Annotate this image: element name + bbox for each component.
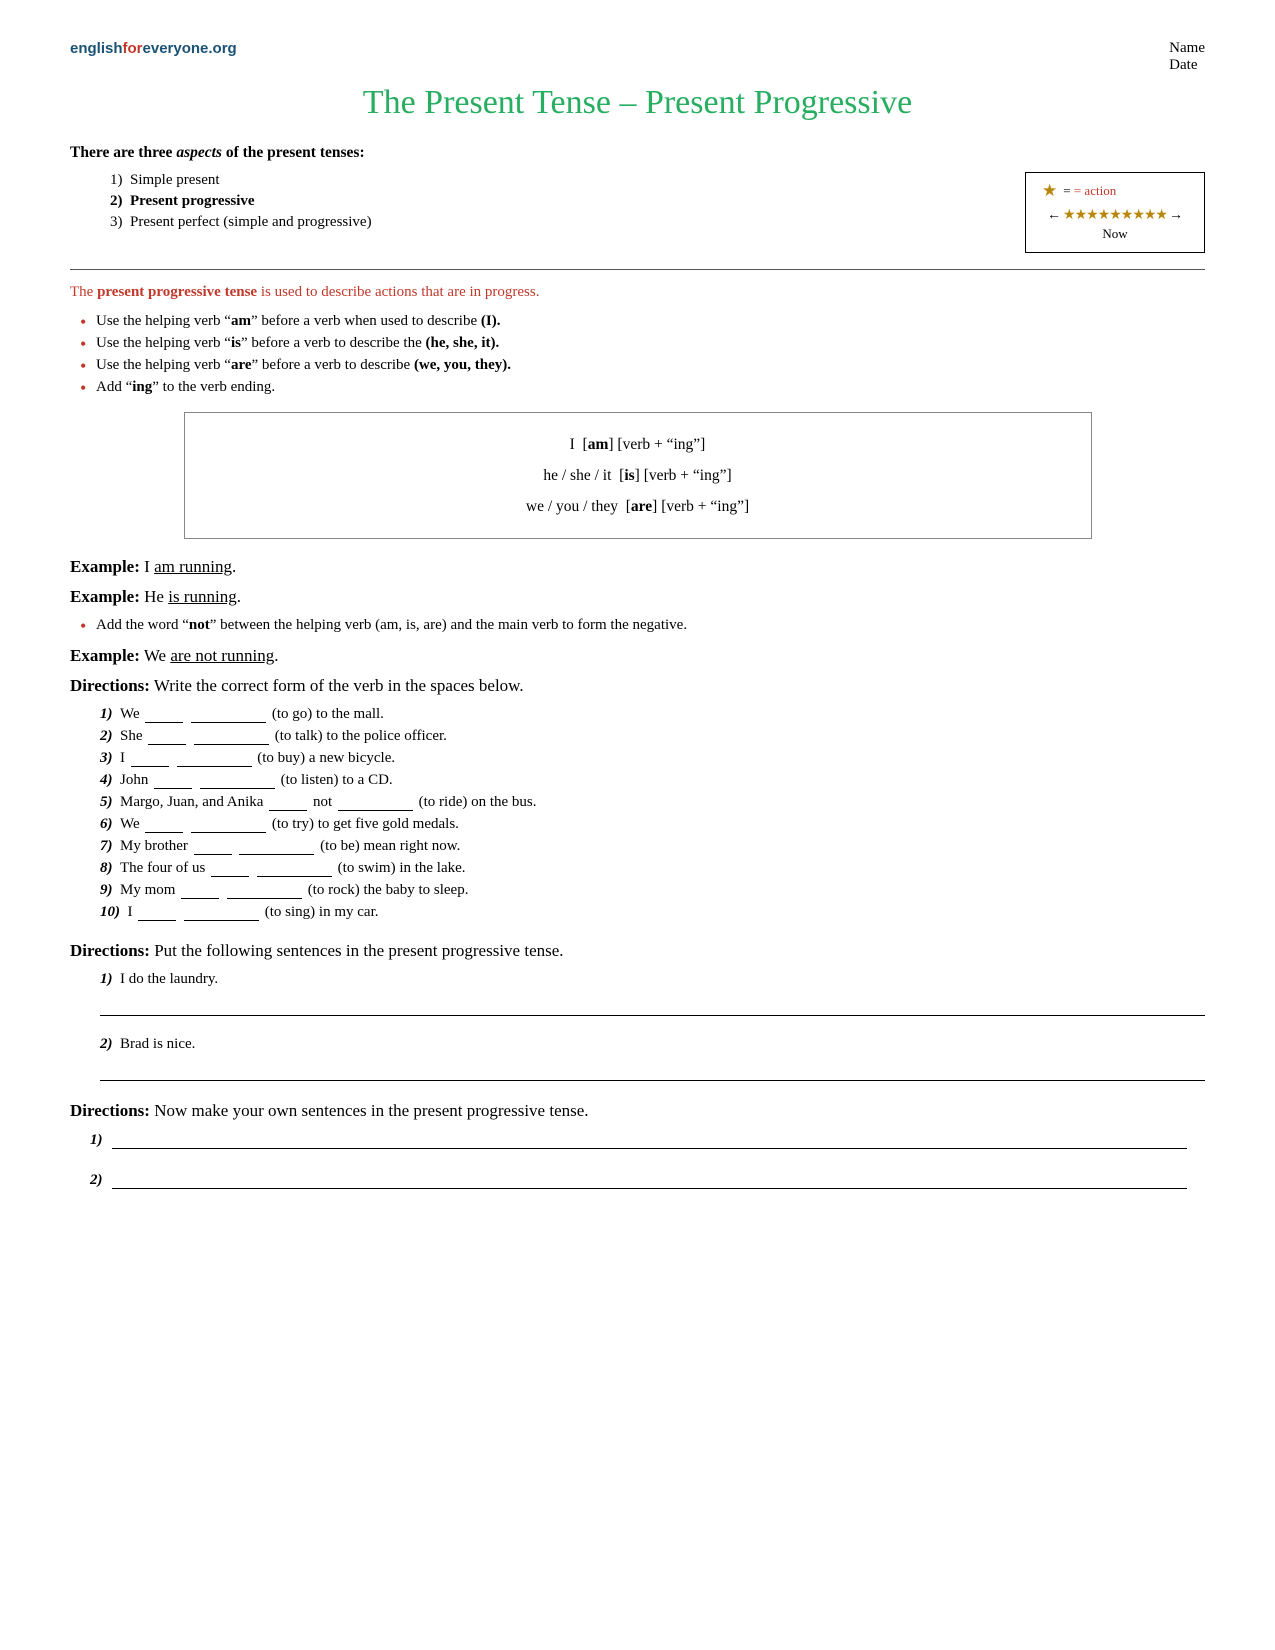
ex3-item-1: 1) <box>90 1131 1205 1149</box>
example-3: Example: We are not running. <box>70 646 1205 666</box>
site-name: englishforeveryone.org <box>70 40 237 57</box>
rule-2: Use the helping verb “is” before a verb … <box>80 335 1205 352</box>
ex1-item-3: 3) I (to buy) a new bicycle. <box>100 750 1205 767</box>
ex1-item-6: 6) We (to try) to get five gold medals. <box>100 816 1205 833</box>
rule-4: Add “ing” to the verb ending. <box>80 379 1205 396</box>
star-eq: = = action <box>1063 183 1116 199</box>
formula-2: he / she / it [is] [verb + “ing”] <box>225 460 1051 491</box>
ex2-item-2: 2) Brad is nice. <box>100 1036 1205 1081</box>
arrow-right-icon: → <box>1169 208 1183 224</box>
own-sentence-line-1[interactable] <box>112 1131 1187 1149</box>
exercise-list-2: 1) I do the laundry. 2) Brad is nice. <box>70 971 1205 1081</box>
exercise-list-1: 1) We (to go) to the mall. 2) She (to ta… <box>70 706 1205 921</box>
ex1-item-10: 10) I (to sing) in my car. <box>100 904 1205 921</box>
now-label: Now <box>1042 226 1188 242</box>
rules-list: Use the helping verb “am” before a verb … <box>70 313 1205 396</box>
ex1-item-1: 1) We (to go) to the mall. <box>100 706 1205 723</box>
date-line: Date <box>1169 57 1205 74</box>
intro-text: There are three aspects of the present t… <box>70 144 1205 162</box>
answer-line-1[interactable] <box>100 996 1205 1016</box>
star-label: ★ = = action <box>1042 181 1188 201</box>
ex1-item-4: 4) John (to listen) to a CD. <box>100 772 1205 789</box>
neg-rule: Add the word “not” between the helping v… <box>70 617 1205 634</box>
aspects-list: 1) Simple present 2) Present progressive… <box>70 172 372 239</box>
ex1-item-7: 7) My brother (to be) mean right now. <box>100 838 1205 855</box>
neg-rule-item: Add the word “not” between the helping v… <box>80 617 1205 634</box>
directions-1: Directions: Write the correct form of th… <box>70 676 1205 696</box>
answer-line-2[interactable] <box>100 1061 1205 1081</box>
aspect-2: 2) Present progressive <box>110 193 372 210</box>
formula-box: I [am] [verb + “ing”] he / she / it [is]… <box>184 412 1092 539</box>
example-2: Example: He is running. <box>70 587 1205 607</box>
own-sentence-line-2[interactable] <box>112 1171 1187 1189</box>
aspect-1: 1) Simple present <box>110 172 372 189</box>
ex3-item-2: 2) <box>90 1171 1205 1189</box>
rule-1: Use the helping verb “am” before a verb … <box>80 313 1205 330</box>
ex2-item-1: 1) I do the laundry. <box>100 971 1205 1016</box>
aspects-section: 1) Simple present 2) Present progressive… <box>70 172 1205 253</box>
page-title: The Present Tense – Present Progressive <box>70 84 1205 122</box>
formula-3: we / you / they [are] [verb + “ing”] <box>225 491 1051 522</box>
ex1-item-9: 9) My mom (to rock) the baby to sleep. <box>100 882 1205 899</box>
ex1-item-5: 5) Margo, Juan, and Anika not (to ride) … <box>100 794 1205 811</box>
formula-1: I [am] [verb + “ing”] <box>225 429 1051 460</box>
arrow-left-icon: ← <box>1047 208 1061 224</box>
ex1-item-8: 8) The four of us (to swim) in the lake. <box>100 860 1205 877</box>
action-word: = action <box>1074 183 1116 198</box>
tense-description: The present progressive tense is used to… <box>70 284 1205 301</box>
stars-line: ★★★★★★★★★ <box>1063 207 1167 224</box>
star-icon: ★ <box>1042 181 1057 201</box>
name-line: Name <box>1169 40 1205 57</box>
directions-2: Directions: Put the following sentences … <box>70 941 1205 961</box>
example-1: Example: I am running. <box>70 557 1205 577</box>
ex1-item-2: 2) She (to talk) to the police officer. <box>100 728 1205 745</box>
site-name-for: for <box>123 40 143 57</box>
exercise-list-3: 1) 2) <box>70 1131 1205 1189</box>
rule-3: Use the helping verb “are” before a verb… <box>80 357 1205 374</box>
timeline-row: ← ★★★★★★★★★ → <box>1042 207 1188 224</box>
page-header: englishforeveryone.org Name Date <box>70 40 1205 74</box>
directions-3: Directions: Now make your own sentences … <box>70 1101 1205 1121</box>
name-date-block: Name Date <box>1169 40 1205 74</box>
aspect-3: 3) Present perfect (simple and progressi… <box>110 214 372 231</box>
section-divider <box>70 269 1205 270</box>
diagram-box: ★ = = action ← ★★★★★★★★★ → Now <box>1025 172 1205 253</box>
